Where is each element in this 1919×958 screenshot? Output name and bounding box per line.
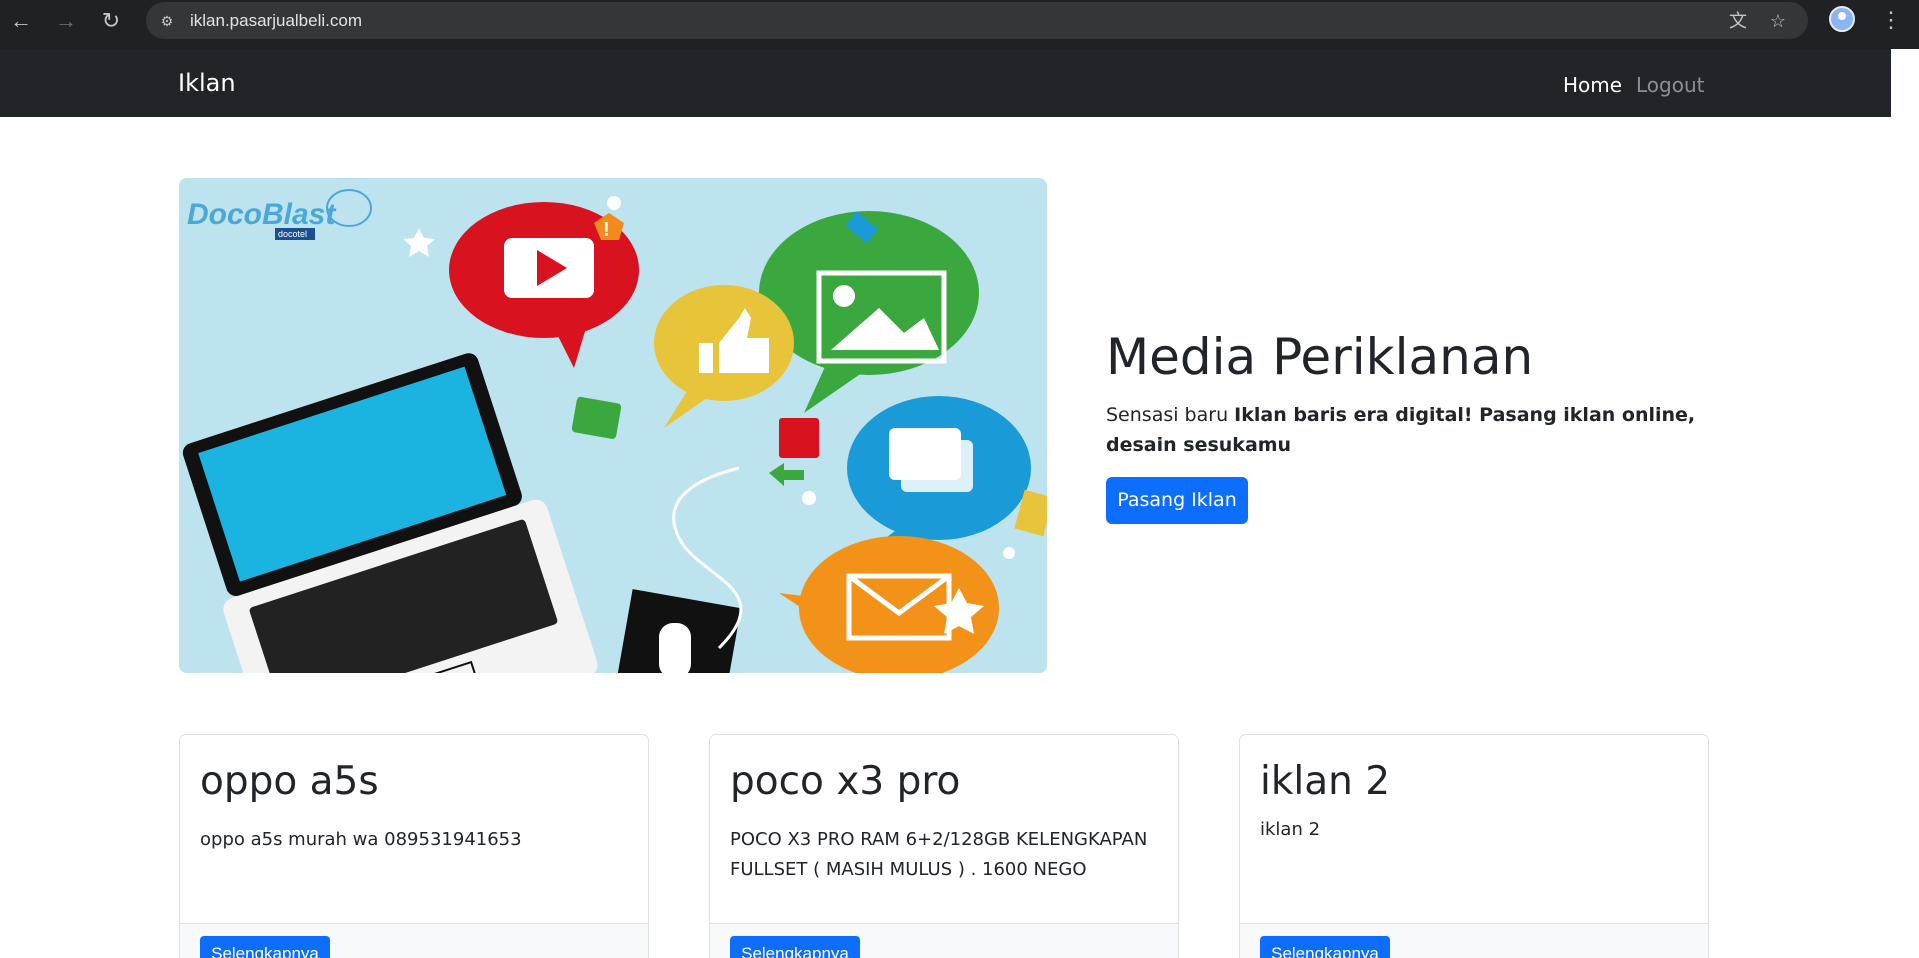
card-footer: Selengkapnya [1240,923,1708,958]
card-title: poco x3 pro [730,759,961,804]
site-navbar: Iklan Home Logout [0,49,1891,117]
back-icon[interactable]: ← [8,8,34,34]
ad-card: oppo a5s oppo a5s murah wa 089531941653 … [179,734,649,958]
card-title: oppo a5s [200,759,379,804]
hero-illustration: DocoBlast docotel ! [179,178,1047,673]
selengkapnya-button[interactable]: Selengkapnya [200,936,330,958]
selengkapnya-button[interactable]: Selengkapnya [730,936,860,958]
pasang-iklan-button[interactable]: Pasang Iklan [1106,477,1248,524]
url-text[interactable]: iklan.pasarjualbeli.com [190,11,362,31]
site-info-icon[interactable]: ⚙ [156,10,178,32]
selengkapnya-button[interactable]: Selengkapnya [1260,936,1390,958]
nav-home-link[interactable]: Home [1563,73,1622,97]
ad-card: iklan 2 iklan 2 Selengkapnya [1239,734,1709,958]
card-text: POCO X3 PRO RAM 6+2/128GB KELENGKAPAN FU… [730,829,1148,880]
reload-icon[interactable]: ↻ [98,8,124,34]
card-footer: Selengkapnya [710,923,1178,958]
hero-description: Sensasi baru Iklan baris era digital! Pa… [1106,400,1706,460]
forward-icon[interactable]: → [53,8,79,34]
translate-icon[interactable]: 文 [1726,9,1750,33]
card-footer: Selengkapnya [180,923,648,958]
browser-toolbar: ← → ↻ ⚙ iklan.pasarjualbeli.com 文 ☆ ⋮ [0,0,1919,49]
svg-text:!: ! [603,219,610,241]
docoblast-logo-text: DocoBlast [187,198,337,231]
hero-text-lead: Sensasi baru [1106,404,1235,426]
nav-logout-link[interactable]: Logout [1636,73,1704,97]
more-menu-icon[interactable]: ⋮ [1880,5,1902,35]
hero-title: Media Periklanan [1106,328,1534,386]
card-text: oppo a5s murah wa 089531941653 [200,829,522,850]
card-text: iklan 2 [1260,819,1321,840]
ad-card: poco x3 pro POCO X3 PRO RAM 6+2/128GB KE… [709,734,1179,958]
docotel-logo-text: docotel [278,229,307,239]
card-title: iklan 2 [1260,759,1391,804]
bookmark-star-icon[interactable]: ☆ [1766,9,1790,33]
navbar-brand[interactable]: Iklan [178,69,236,97]
profile-avatar-icon[interactable] [1829,6,1855,32]
address-bar[interactable]: ⚙ iklan.pasarjualbeli.com 文 ☆ [146,2,1808,39]
